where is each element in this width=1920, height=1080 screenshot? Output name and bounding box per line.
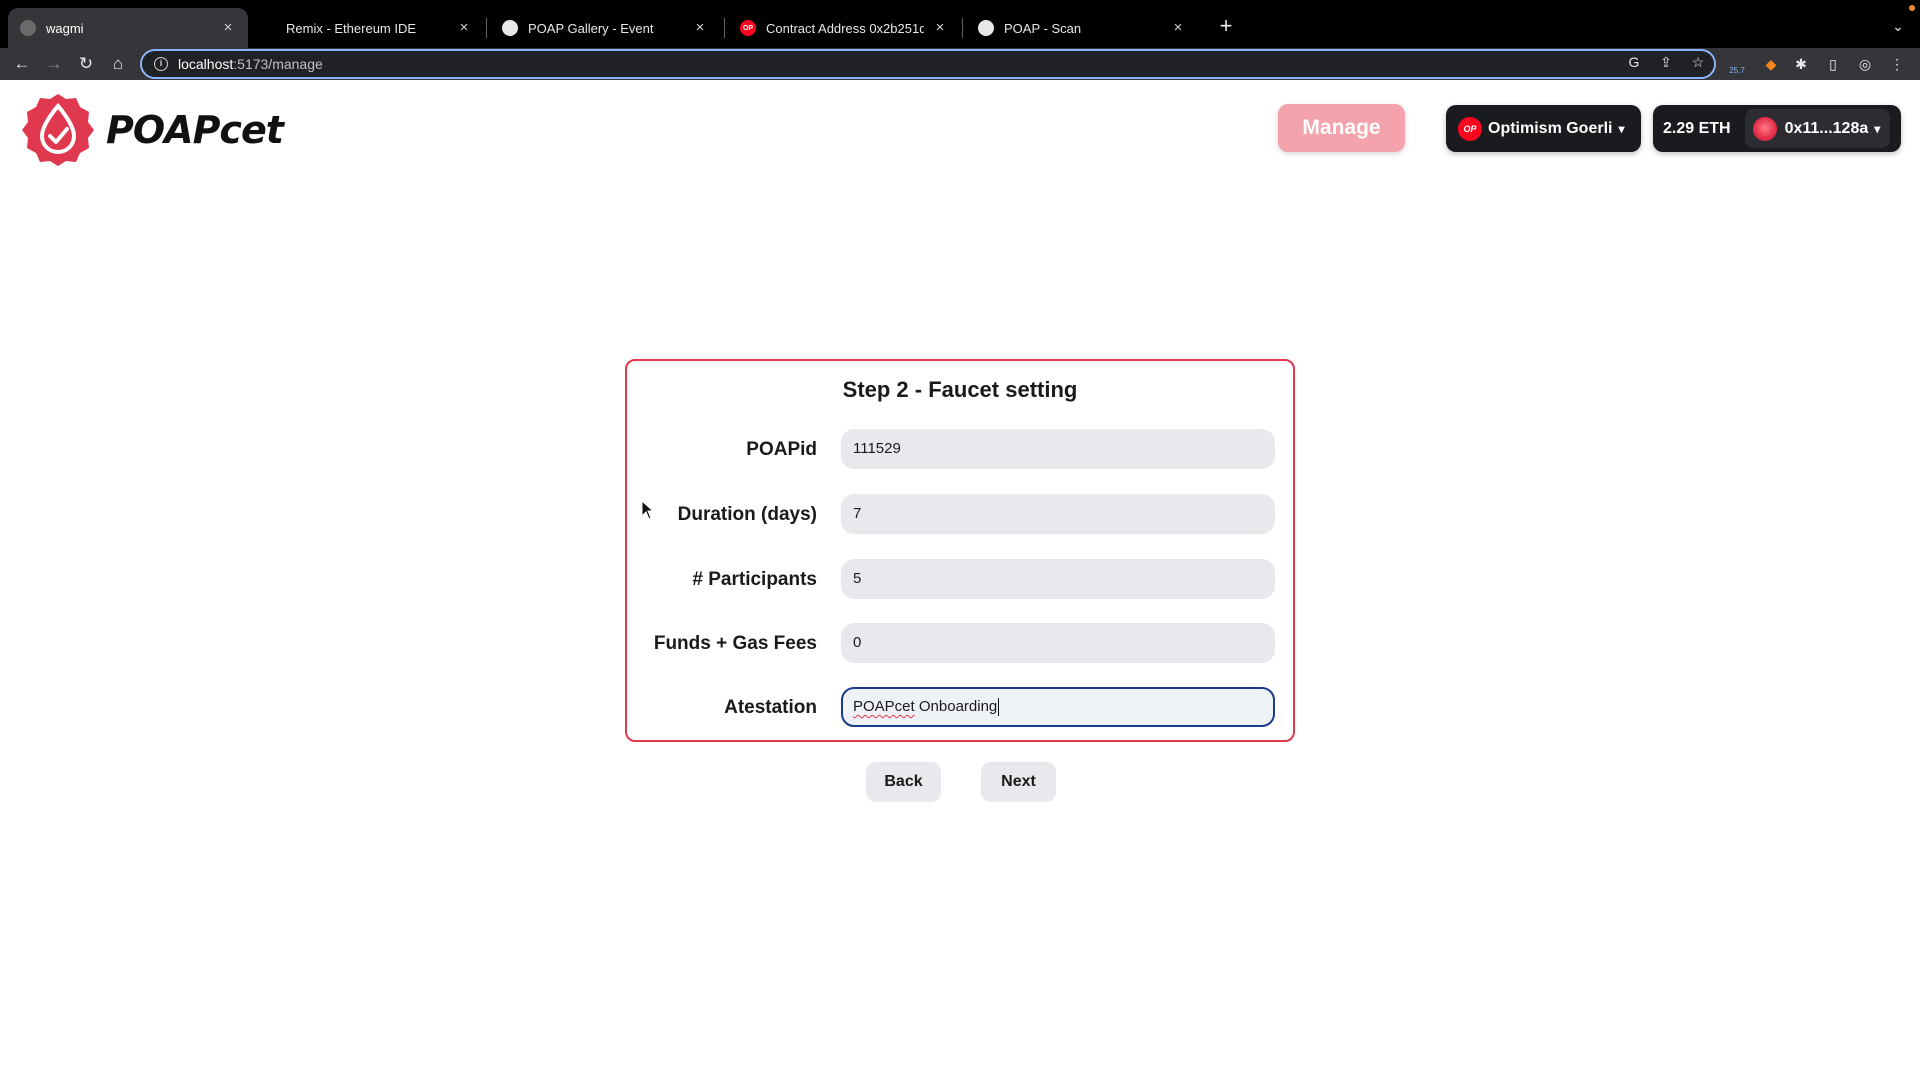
- close-icon[interactable]: ×: [1170, 20, 1186, 36]
- tab-divider: [486, 18, 487, 38]
- extension-badge[interactable]: 25.7: [1726, 60, 1748, 82]
- atestation-value: POAPcet Onboarding: [853, 698, 1000, 717]
- browser-tab-bar: wagmi × Remix - Ethereum IDE × POAP Gall…: [0, 0, 1920, 48]
- poapid-input[interactable]: 111529: [841, 429, 1275, 469]
- poapcet-drop-icon: [22, 94, 94, 166]
- close-icon[interactable]: ×: [692, 20, 708, 36]
- form-row-participants: # Participants 5: [627, 559, 1293, 601]
- account-button[interactable]: 2.29 ETH 0x11...128a ▾: [1653, 105, 1901, 152]
- duration-input[interactable]: 7: [841, 494, 1275, 534]
- new-tab-icon[interactable]: +: [1214, 14, 1238, 38]
- network-label: Optimism Goerli: [1488, 119, 1613, 137]
- atestation-value-rest: Onboarding: [914, 698, 998, 715]
- network-selector[interactable]: OP Optimism Goerli ▾: [1446, 105, 1641, 152]
- poapid-label: POAPid: [746, 439, 817, 460]
- browser-toolbar: ← → ↻ ⌂ i localhost:5173/manage G ⇪ ☆ 25…: [0, 48, 1920, 80]
- atestation-input[interactable]: POAPcet Onboarding: [841, 687, 1275, 727]
- reload-icon[interactable]: ↻: [74, 52, 98, 76]
- mouse-cursor-icon: [641, 500, 655, 520]
- form-row-duration: Duration (days) 7: [627, 494, 1293, 536]
- avatar: [1752, 116, 1777, 141]
- address-bar[interactable]: i localhost:5173/manage: [140, 49, 1716, 79]
- optimism-icon: OP: [740, 20, 756, 36]
- account-address: 0x11...128a: [1784, 119, 1869, 137]
- share-icon[interactable]: ⇪: [1656, 52, 1676, 72]
- metamask-fox-icon[interactable]: ◆: [1760, 53, 1782, 75]
- close-icon[interactable]: ×: [932, 20, 948, 36]
- back-button[interactable]: Back: [866, 762, 941, 802]
- poapid-value: 111529: [853, 440, 901, 457]
- optimism-icon: OP: [1458, 116, 1482, 141]
- tab-divider: [962, 18, 963, 38]
- duration-value: 7: [853, 505, 862, 522]
- participants-input[interactable]: 5: [841, 559, 1275, 599]
- app-logo[interactable]: POAPcet: [20, 92, 284, 168]
- logo-text: POAPcet: [106, 108, 284, 152]
- atestation-label: Atestation: [724, 697, 817, 718]
- tab-title: POAP - Scan: [1004, 20, 1082, 36]
- forward-arrow-icon[interactable]: →: [42, 52, 66, 76]
- poap-icon: [978, 20, 994, 36]
- text-caret: [998, 698, 1000, 717]
- tab-remix[interactable]: Remix - Ethereum IDE ×: [270, 8, 484, 48]
- notification-dot: [1909, 5, 1915, 11]
- side-panel-icon[interactable]: ▯: [1822, 53, 1844, 75]
- manage-button[interactable]: Manage: [1278, 104, 1405, 152]
- chevron-down-icon[interactable]: ⌄: [1886, 14, 1910, 38]
- account-address-pill[interactable]: 0x11...128a ▾: [1744, 109, 1891, 148]
- funds-label: Funds + Gas Fees: [653, 633, 817, 654]
- participants-value: 5: [853, 570, 862, 587]
- participants-label: # Participants: [692, 569, 817, 590]
- google-icon[interactable]: G: [1624, 52, 1644, 72]
- close-icon[interactable]: ×: [456, 20, 472, 36]
- globe-icon: [20, 20, 36, 36]
- tab-poap-scan[interactable]: POAP - Scan ×: [966, 8, 1198, 48]
- tab-poap-gallery[interactable]: POAP Gallery - Event ×: [490, 8, 720, 48]
- eth-balance: 2.29 ETH: [1663, 119, 1731, 137]
- tab-title: Remix - Ethereum IDE: [286, 20, 417, 36]
- url-host: localhost: [178, 56, 234, 72]
- form-row-poapid: POAPid 111529: [627, 429, 1293, 471]
- faucet-setting-card: Step 2 - Faucet setting POAPid 111529 Du…: [625, 359, 1295, 742]
- tab-wagmi[interactable]: wagmi ×: [8, 8, 248, 48]
- profile-icon[interactable]: ◎: [1854, 53, 1876, 75]
- poap-icon: [502, 20, 518, 36]
- tab-title: POAP Gallery - Event: [528, 20, 654, 36]
- form-row-atestation: Atestation POAPcet Onboarding: [627, 687, 1293, 729]
- page: POAPcet Manage OP Optimism Goerli ▾ 2.29…: [0, 80, 1920, 1080]
- tab-title: Contract Address 0x2b251df9: [766, 20, 924, 36]
- duration-label: Duration (days): [677, 504, 817, 525]
- tab-divider: [724, 18, 725, 38]
- spellcheck-word: POAPcet: [853, 698, 915, 715]
- url-path: :5173/manage: [233, 56, 323, 72]
- puzzle-extensions-icon[interactable]: ✱: [1790, 53, 1812, 75]
- tab-contract-address[interactable]: OP Contract Address 0x2b251df9 ×: [728, 8, 960, 48]
- close-icon[interactable]: ×: [220, 20, 236, 36]
- form-row-funds: Funds + Gas Fees 0: [627, 623, 1293, 665]
- funds-input[interactable]: 0: [841, 623, 1275, 663]
- kebab-menu-icon[interactable]: ⋮: [1886, 53, 1908, 75]
- info-icon[interactable]: i: [154, 57, 168, 71]
- card-title: Step 2 - Faucet setting: [842, 377, 1078, 402]
- chevron-down-icon: ▾: [1618, 121, 1625, 136]
- home-icon[interactable]: ⌂: [106, 52, 130, 76]
- chevron-down-icon: ▾: [1874, 121, 1881, 136]
- bookmark-star-icon[interactable]: ☆: [1688, 52, 1708, 72]
- funds-value: 0: [853, 634, 862, 651]
- tab-title: wagmi: [46, 20, 84, 36]
- back-arrow-icon[interactable]: ←: [10, 52, 34, 76]
- next-button[interactable]: Next: [981, 762, 1056, 802]
